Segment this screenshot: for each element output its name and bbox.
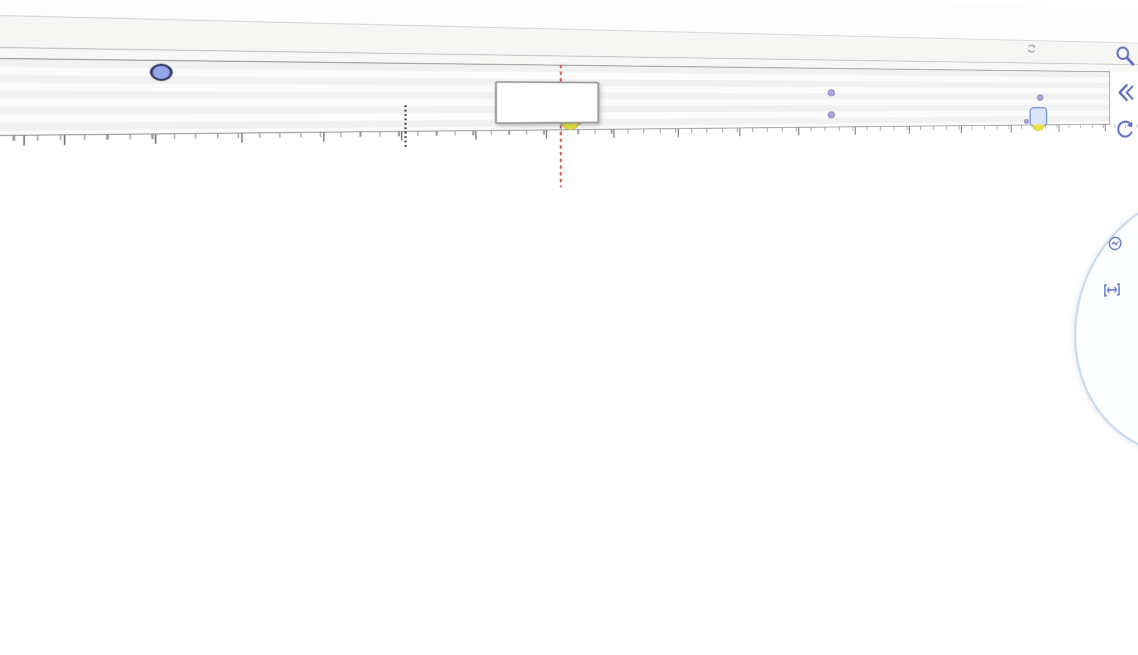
- tooltip-time: [497, 85, 597, 86]
- undo-zoom-icon[interactable]: [1115, 81, 1137, 104]
- shock-event-marker-small-1[interactable]: [828, 89, 835, 96]
- app-window: [0, 0, 1138, 655]
- sync-icon: [1027, 44, 1037, 54]
- axis-lock-icon[interactable]: [1104, 282, 1121, 297]
- event-badge-other[interactable]: [1030, 107, 1048, 127]
- timeline-tooltip: [495, 81, 599, 124]
- shock-waveform-chart[interactable]: [0, 206, 1138, 655]
- shock-events-panel: [0, 0, 1138, 655]
- zoom-icon[interactable]: [1115, 44, 1137, 67]
- hovered-event-summary: [0, 21, 41, 39]
- shock-event-marker-small-3[interactable]: [1037, 94, 1043, 100]
- shock-event-marker-small-2[interactable]: [828, 111, 835, 118]
- reset-view-icon[interactable]: [1115, 118, 1137, 141]
- shock-event-marker-small-4[interactable]: [1024, 119, 1029, 124]
- right-toolbar: [1112, 41, 1138, 150]
- indicator-icon[interactable]: [1107, 235, 1122, 252]
- synced-status: [1027, 44, 1039, 54]
- timeline-cursor-line: [404, 105, 406, 149]
- selected-event-title: [569, 196, 751, 202]
- tooltip-date: [497, 85, 597, 86]
- shock-event-marker-large[interactable]: [150, 64, 173, 81]
